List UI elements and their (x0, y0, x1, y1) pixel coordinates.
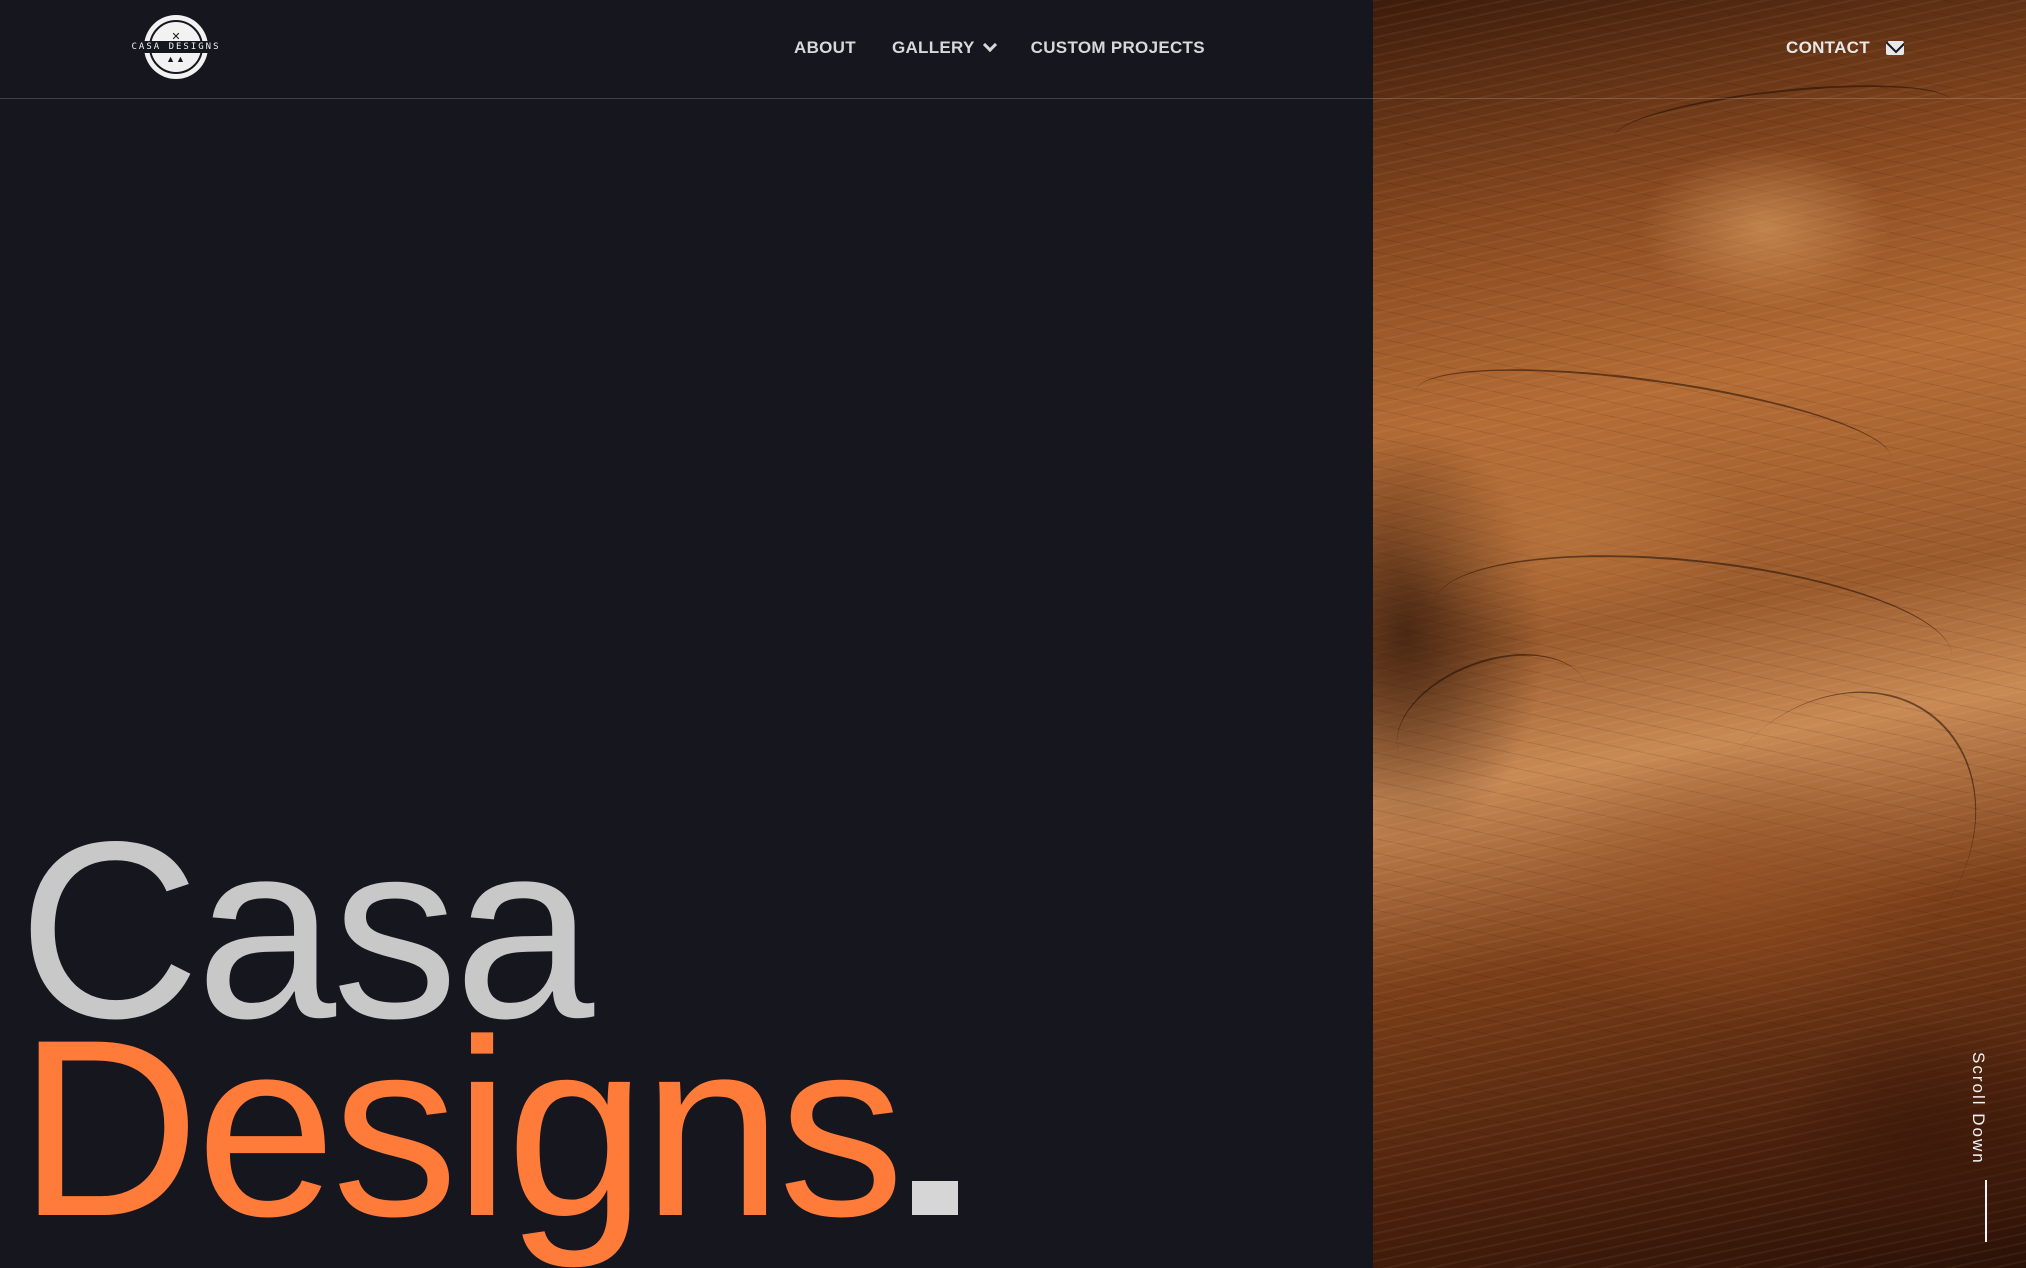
hero-title-line2: Designs (18, 1002, 959, 1254)
main-nav: ABOUT GALLERY CUSTOM PROJECTS (794, 37, 1205, 58)
nav-about[interactable]: ABOUT (794, 38, 856, 58)
header-divider (0, 98, 2026, 99)
logo-text: CASA DESIGNS (128, 41, 224, 53)
site-logo[interactable]: ✕ CASA DESIGNS ▲▲ (128, 14, 224, 80)
trees-icon: ▲▲ (166, 54, 186, 64)
hero-title: Casa Designs (18, 805, 959, 1254)
scroll-down-line (1985, 1180, 1987, 1242)
wood-texture-image (1373, 0, 2026, 1268)
logo-badge: ✕ CASA DESIGNS ▲▲ (128, 15, 224, 79)
nav-gallery[interactable]: GALLERY (891, 37, 997, 58)
mail-icon (1885, 41, 1904, 55)
scroll-down-label[interactable]: Scroll Down (1968, 1052, 1988, 1165)
nav-custom-projects-label: CUSTOM PROJECTS (1030, 38, 1205, 57)
nav-custom-projects[interactable]: CUSTOM PROJECTS (1031, 38, 1205, 58)
contact-label: CONTACT (1786, 38, 1870, 57)
chevron-down-icon (982, 37, 997, 53)
hero-title-line2-text: Designs (18, 987, 904, 1268)
contact-link[interactable]: CONTACT (1786, 38, 1904, 58)
nav-gallery-label: GALLERY (891, 38, 975, 57)
nav-about-label: ABOUT (794, 38, 856, 57)
hero-period-mark (912, 1180, 959, 1215)
